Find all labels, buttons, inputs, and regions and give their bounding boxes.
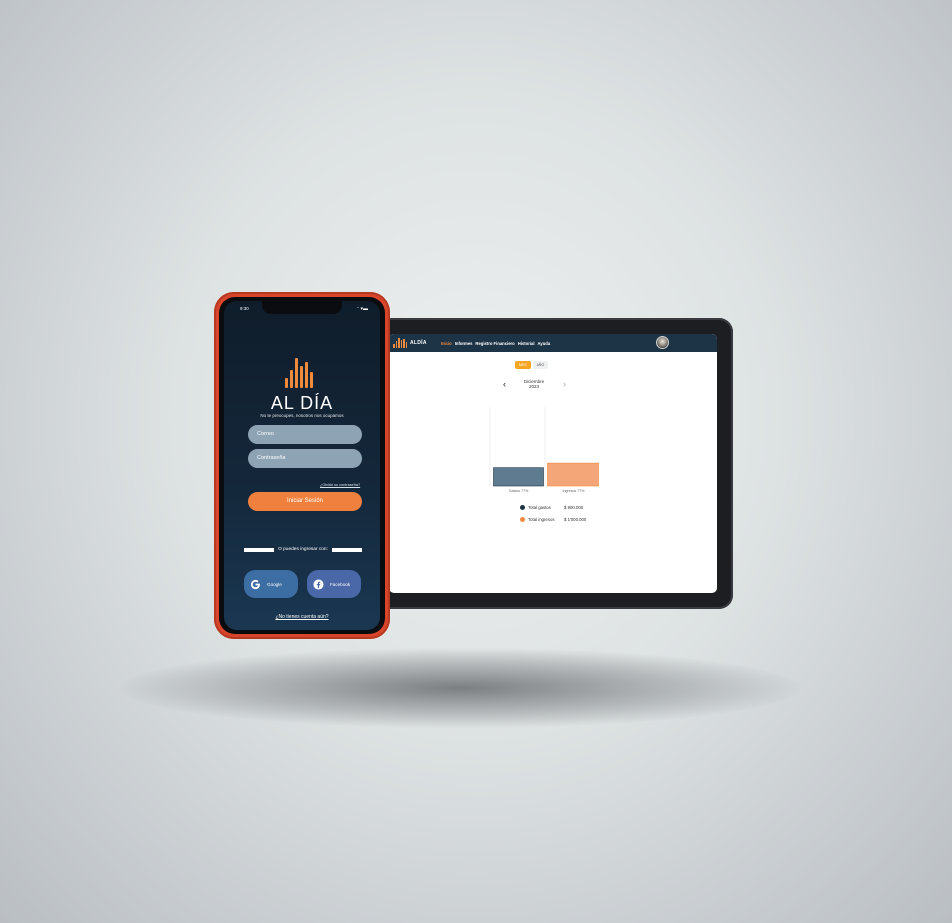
- login-button[interactable]: Iniciar Sesión: [248, 492, 362, 511]
- legend-value-ingresos: $ 1'000.000: [564, 516, 587, 522]
- google-icon: [250, 579, 260, 589]
- chevron-right-icon[interactable]: ›: [563, 380, 566, 389]
- nav-item-ayuda[interactable]: Ayuda: [538, 341, 551, 346]
- period-label: Diciembre 2023: [507, 379, 561, 389]
- or-divider: O puedes ingresar con:: [244, 547, 362, 552]
- google-login-button[interactable]: Google: [244, 570, 298, 598]
- bar-chart: Gastos 77% Ingresos 77%: [489, 407, 599, 497]
- nav-item-inicio[interactable]: Inicio: [441, 341, 452, 346]
- legend-value-gastos: $ 800.000: [564, 504, 584, 510]
- email-field[interactable]: Correo: [248, 425, 362, 444]
- legend-dot-gastos: [520, 504, 525, 510]
- nav-item-registro-financiero[interactable]: Registro Financiero: [475, 341, 514, 346]
- app-logo-icon: [285, 354, 313, 388]
- password-field[interactable]: Contraseña: [248, 449, 362, 468]
- tablet-screen: ALDÍA Inicio Informes Registro Financier…: [389, 334, 717, 593]
- nav-brand: ALDÍA: [410, 340, 427, 346]
- legend-row-gastos: Total gastos $ 800.000: [520, 501, 586, 513]
- legend-row-ingresos: Total ingresos $ 1'000.000: [520, 513, 586, 525]
- nav-item-informes[interactable]: Informes: [455, 341, 473, 346]
- tablet-device: ALDÍA Inicio Informes Registro Financier…: [356, 318, 733, 609]
- user-avatar[interactable]: [656, 336, 669, 349]
- period-year: 2023: [528, 384, 539, 389]
- legend-label-gastos: Total gastos: [528, 504, 551, 510]
- divider-line-right: [331, 547, 362, 552]
- period-toggle: MES AÑO: [515, 361, 549, 369]
- chart-bar-1[interactable]: [547, 462, 600, 487]
- app-tagline: No te preocupes, nosotros nos ocupamos: [260, 413, 344, 418]
- facebook-label: Facebook: [330, 581, 351, 587]
- nav-item-historial[interactable]: Historial: [518, 341, 535, 346]
- chevron-left-icon[interactable]: ‹: [503, 380, 506, 389]
- app-brand: AL DÍA: [270, 393, 334, 413]
- or-text: O puedes ingresar con:: [278, 547, 328, 552]
- toggle-mes[interactable]: MES: [515, 361, 531, 369]
- chart-legend: Total gastos $ 800.000 Total ingresos $ …: [520, 501, 586, 525]
- top-nav: ALDÍA Inicio Informes Registro Financier…: [389, 334, 717, 352]
- toggle-ano[interactable]: AÑO: [532, 361, 549, 369]
- signup-link[interactable]: ¿No tienes cuenta aún?: [224, 614, 380, 620]
- google-label: Google: [267, 581, 282, 587]
- chart-bar-0[interactable]: [493, 467, 544, 487]
- bar-chart-svg: Gastos 77% Ingresos 77%: [489, 407, 600, 493]
- status-icons: ⠂▾▬: [356, 306, 368, 312]
- app-logo-icon[interactable]: [393, 338, 407, 348]
- facebook-login-button[interactable]: Facebook: [307, 570, 361, 598]
- floor-shadow: [120, 648, 800, 728]
- phone-device: 9:30 ⠂▾▬ AL DÍA No te preocupes, nosotro…: [214, 292, 390, 639]
- nav-menu: Inicio Informes Registro Financiero Hist…: [441, 341, 550, 346]
- legend-dot-ingresos: [520, 516, 525, 522]
- phone-notch: [262, 301, 342, 314]
- chart-tick-label-0: Gastos 77%: [509, 489, 529, 493]
- forgot-password-link[interactable]: ¿Olvidó su contraseña?: [320, 483, 360, 487]
- phone-screen: 9:30 ⠂▾▬ AL DÍA No te preocupes, nosotro…: [224, 301, 380, 630]
- divider-line-left: [244, 547, 275, 552]
- legend-label-ingresos: Total ingresos: [528, 516, 555, 522]
- facebook-icon: [313, 578, 324, 590]
- chart-tick-label-1: Ingresos 77%: [563, 489, 586, 493]
- status-time: 9:30: [240, 306, 249, 311]
